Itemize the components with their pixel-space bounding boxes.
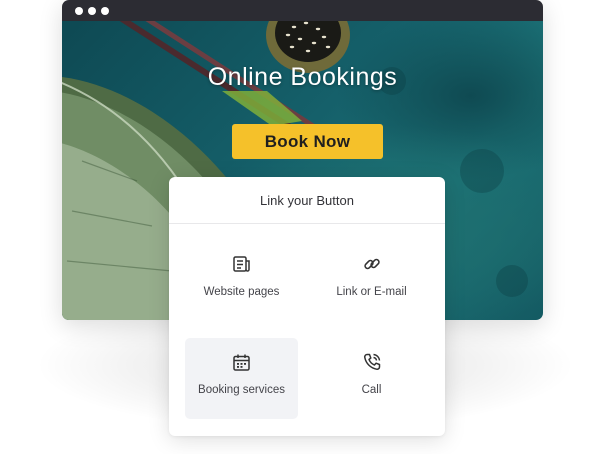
- calendar-icon: [233, 352, 250, 372]
- hero-title: Online Bookings: [207, 63, 398, 91]
- link-button-panel: Link your Button Website pages Link or E…: [169, 177, 445, 436]
- link-icon: [363, 254, 381, 274]
- website-pages-icon: [232, 254, 251, 274]
- panel-title: Link your Button: [169, 177, 445, 224]
- window-dot: [88, 7, 96, 15]
- option-label: Call: [361, 384, 382, 396]
- option-label: Booking services: [198, 384, 285, 396]
- window-dot: [101, 7, 109, 15]
- book-now-button[interactable]: Book Now: [232, 124, 383, 159]
- option-call[interactable]: Call: [315, 338, 428, 419]
- option-website-pages[interactable]: Website pages: [185, 240, 298, 321]
- option-link-or-email[interactable]: Link or E-mail: [315, 240, 428, 321]
- option-booking-services[interactable]: Booking services: [185, 338, 298, 419]
- window-dot: [75, 7, 83, 15]
- browser-titlebar: [62, 0, 543, 21]
- option-label: Link or E-mail: [336, 286, 407, 298]
- option-label: Website pages: [203, 286, 280, 298]
- phone-icon: [363, 352, 381, 372]
